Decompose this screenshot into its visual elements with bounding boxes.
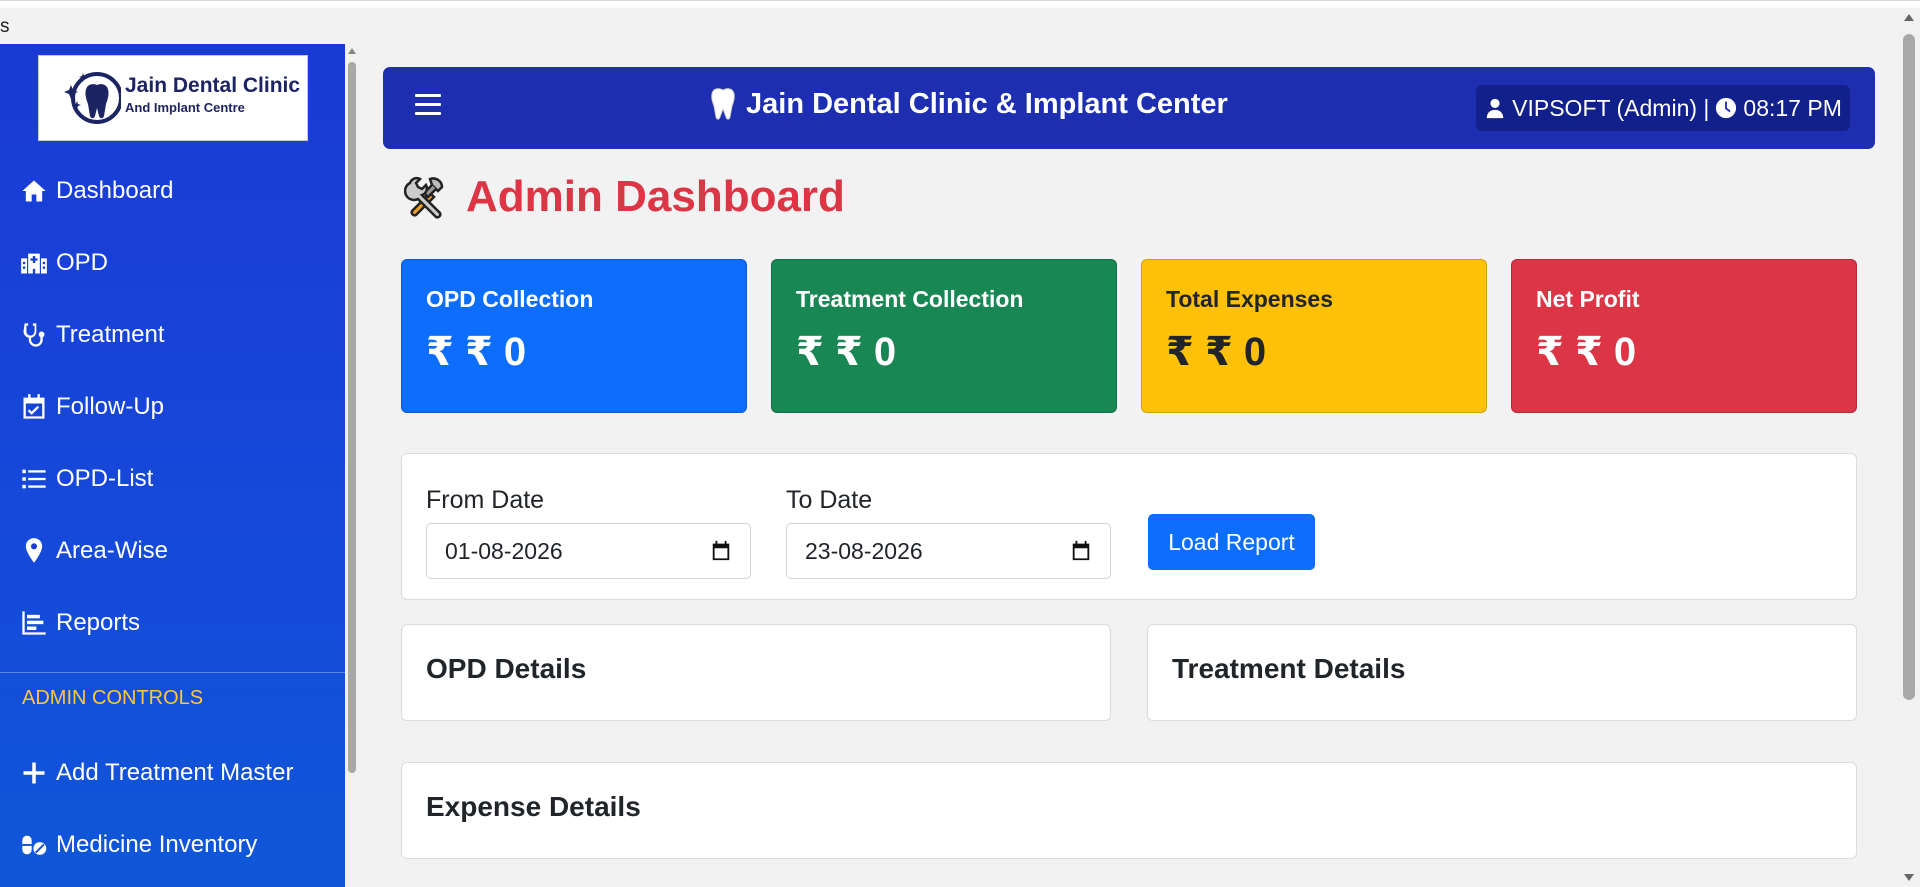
- home-icon: [22, 180, 46, 202]
- sidebar-item-label: Follow-Up: [56, 393, 165, 420]
- user-info-badge[interactable]: VIPSOFT (Admin) | 08:17 PM: [1476, 85, 1850, 131]
- scrollbar-thumb[interactable]: [1903, 34, 1915, 700]
- net-profit-card: Net Profit ₹ ₹ 0: [1511, 259, 1857, 413]
- header-title: Jain Dental Clinic & Implant Center: [708, 87, 1228, 121]
- page-scrollbar[interactable]: [1898, 8, 1920, 887]
- tooth-logo-icon: [64, 72, 121, 124]
- card-label: OPD Collection: [426, 286, 594, 312]
- scroll-up-arrow-icon[interactable]: [1904, 14, 1914, 21]
- user-icon: [1486, 98, 1504, 119]
- sidebar-item-label: Medicine Inventory: [56, 831, 258, 858]
- clinic-logo[interactable]: Jain Dental Clinic And Implant Centre: [38, 55, 308, 141]
- sidebar-item-label: Area-Wise: [56, 537, 169, 564]
- date-filter-panel: From Date 01-08-2026 To Date 23-08-2026 …: [401, 453, 1857, 600]
- top-header: Jain Dental Clinic & Implant Center VIPS…: [383, 67, 1875, 149]
- treatment-collection-card: Treatment Collection ₹ ₹ 0: [771, 259, 1117, 413]
- from-date-value: 01-08-2026: [445, 537, 563, 564]
- treatment-details-title: Treatment Details: [1172, 653, 1406, 684]
- sidebar-item-label: Dashboard: [56, 177, 174, 204]
- tooth-icon: [711, 88, 735, 120]
- from-date-group: From Date 01-08-2026: [426, 486, 751, 579]
- scrollbar-thumb[interactable]: [348, 62, 356, 773]
- sidebar-item-reports[interactable]: Reports: [20, 603, 140, 643]
- sidebar-item-follow-up[interactable]: Follow-Up: [20, 387, 164, 427]
- card-value: ₹ ₹ 0: [796, 330, 897, 374]
- browser-top-edge: [0, 0, 1920, 8]
- scroll-down-arrow-icon[interactable]: [1904, 874, 1914, 881]
- menu-toggle-button[interactable]: [415, 94, 441, 118]
- hospital-icon: [21, 253, 47, 274]
- stethoscope-icon: [23, 323, 45, 347]
- opd-collection-card: OPD Collection ₹ ₹ 0: [401, 259, 747, 413]
- treatment-details-panel: Treatment Details: [1147, 624, 1857, 721]
- scroll-up-arrow-icon[interactable]: [348, 48, 356, 54]
- clock-icon: [1716, 97, 1737, 119]
- page-title-text: Admin Dashboard: [466, 172, 845, 221]
- tools-icon: [404, 176, 444, 219]
- sidebar-item-area-wise[interactable]: Area-Wise: [20, 531, 168, 571]
- hamburger-icon: [415, 94, 441, 97]
- sidebar-item-label: OPD-List: [56, 465, 154, 492]
- current-time: 08:17 PM: [1743, 94, 1842, 121]
- chart-icon: [22, 611, 46, 635]
- from-date-input[interactable]: 01-08-2026: [426, 523, 751, 579]
- from-date-label: From Date: [426, 486, 545, 514]
- card-value: ₹ ₹ 0: [1536, 330, 1637, 374]
- plus-icon: [23, 762, 45, 784]
- sidebar-item-treatment[interactable]: Treatment: [20, 315, 164, 355]
- calendar-check-icon: [23, 394, 45, 419]
- admin-controls-label: ADMIN CONTROLS: [22, 687, 204, 709]
- card-value: ₹ ₹ 0: [426, 330, 527, 374]
- page-title: Admin Dashboard: [404, 172, 845, 222]
- sidebar-item-label: Treatment: [56, 321, 165, 348]
- sidebar-item-add-treatment-master[interactable]: Add Treatment Master: [20, 753, 293, 793]
- stray-text: s: [0, 16, 10, 37]
- sidebar-item-label: Reports: [56, 609, 141, 636]
- opd-details-title: OPD Details: [426, 653, 587, 684]
- to-date-label: To Date: [786, 486, 873, 514]
- logo-title: Jain Dental Clinic: [125, 74, 301, 97]
- sidebar-item-dashboard[interactable]: Dashboard: [20, 171, 173, 211]
- total-expenses-card: Total Expenses ₹ ₹ 0: [1141, 259, 1487, 413]
- to-date-input[interactable]: 23-08-2026: [786, 523, 1111, 579]
- to-date-value: 23-08-2026: [805, 537, 923, 564]
- map-pin-icon: [25, 538, 43, 563]
- card-label: Total Expenses: [1166, 286, 1334, 312]
- opd-details-panel: OPD Details: [401, 624, 1111, 721]
- sidebar-item-medicine-inventory[interactable]: Medicine Inventory: [20, 825, 257, 865]
- expense-details-panel: Expense Details: [401, 762, 1857, 859]
- sidebar-item-label: OPD: [56, 249, 109, 276]
- card-value: ₹ ₹ 0: [1166, 330, 1267, 374]
- list-icon: [22, 469, 46, 489]
- load-report-button[interactable]: Load Report: [1148, 514, 1315, 570]
- logo-subtitle: And Implant Centre: [125, 100, 245, 115]
- to-date-group: To Date 23-08-2026: [786, 486, 1111, 579]
- sidebar-item-opd[interactable]: OPD: [20, 243, 108, 283]
- card-label: Treatment Collection: [796, 286, 1024, 312]
- calendar-icon[interactable]: [710, 540, 732, 562]
- sidebar-scrollbar[interactable]: [345, 44, 359, 887]
- expense-details-title: Expense Details: [426, 791, 641, 822]
- header-title-text: Jain Dental Clinic & Implant Center: [746, 87, 1228, 120]
- pills-icon: [22, 835, 47, 855]
- calendar-icon[interactable]: [1070, 540, 1092, 562]
- user-name: VIPSOFT (Admin) |: [1512, 94, 1710, 121]
- sidebar-item-label: Add Treatment Master: [56, 759, 294, 786]
- card-label: Net Profit: [1536, 286, 1640, 312]
- sidebar-divider: [0, 672, 345, 673]
- sidebar: Jain Dental Clinic And Implant Centre Da…: [0, 44, 345, 887]
- sidebar-item-opd-list[interactable]: OPD-List: [20, 459, 153, 499]
